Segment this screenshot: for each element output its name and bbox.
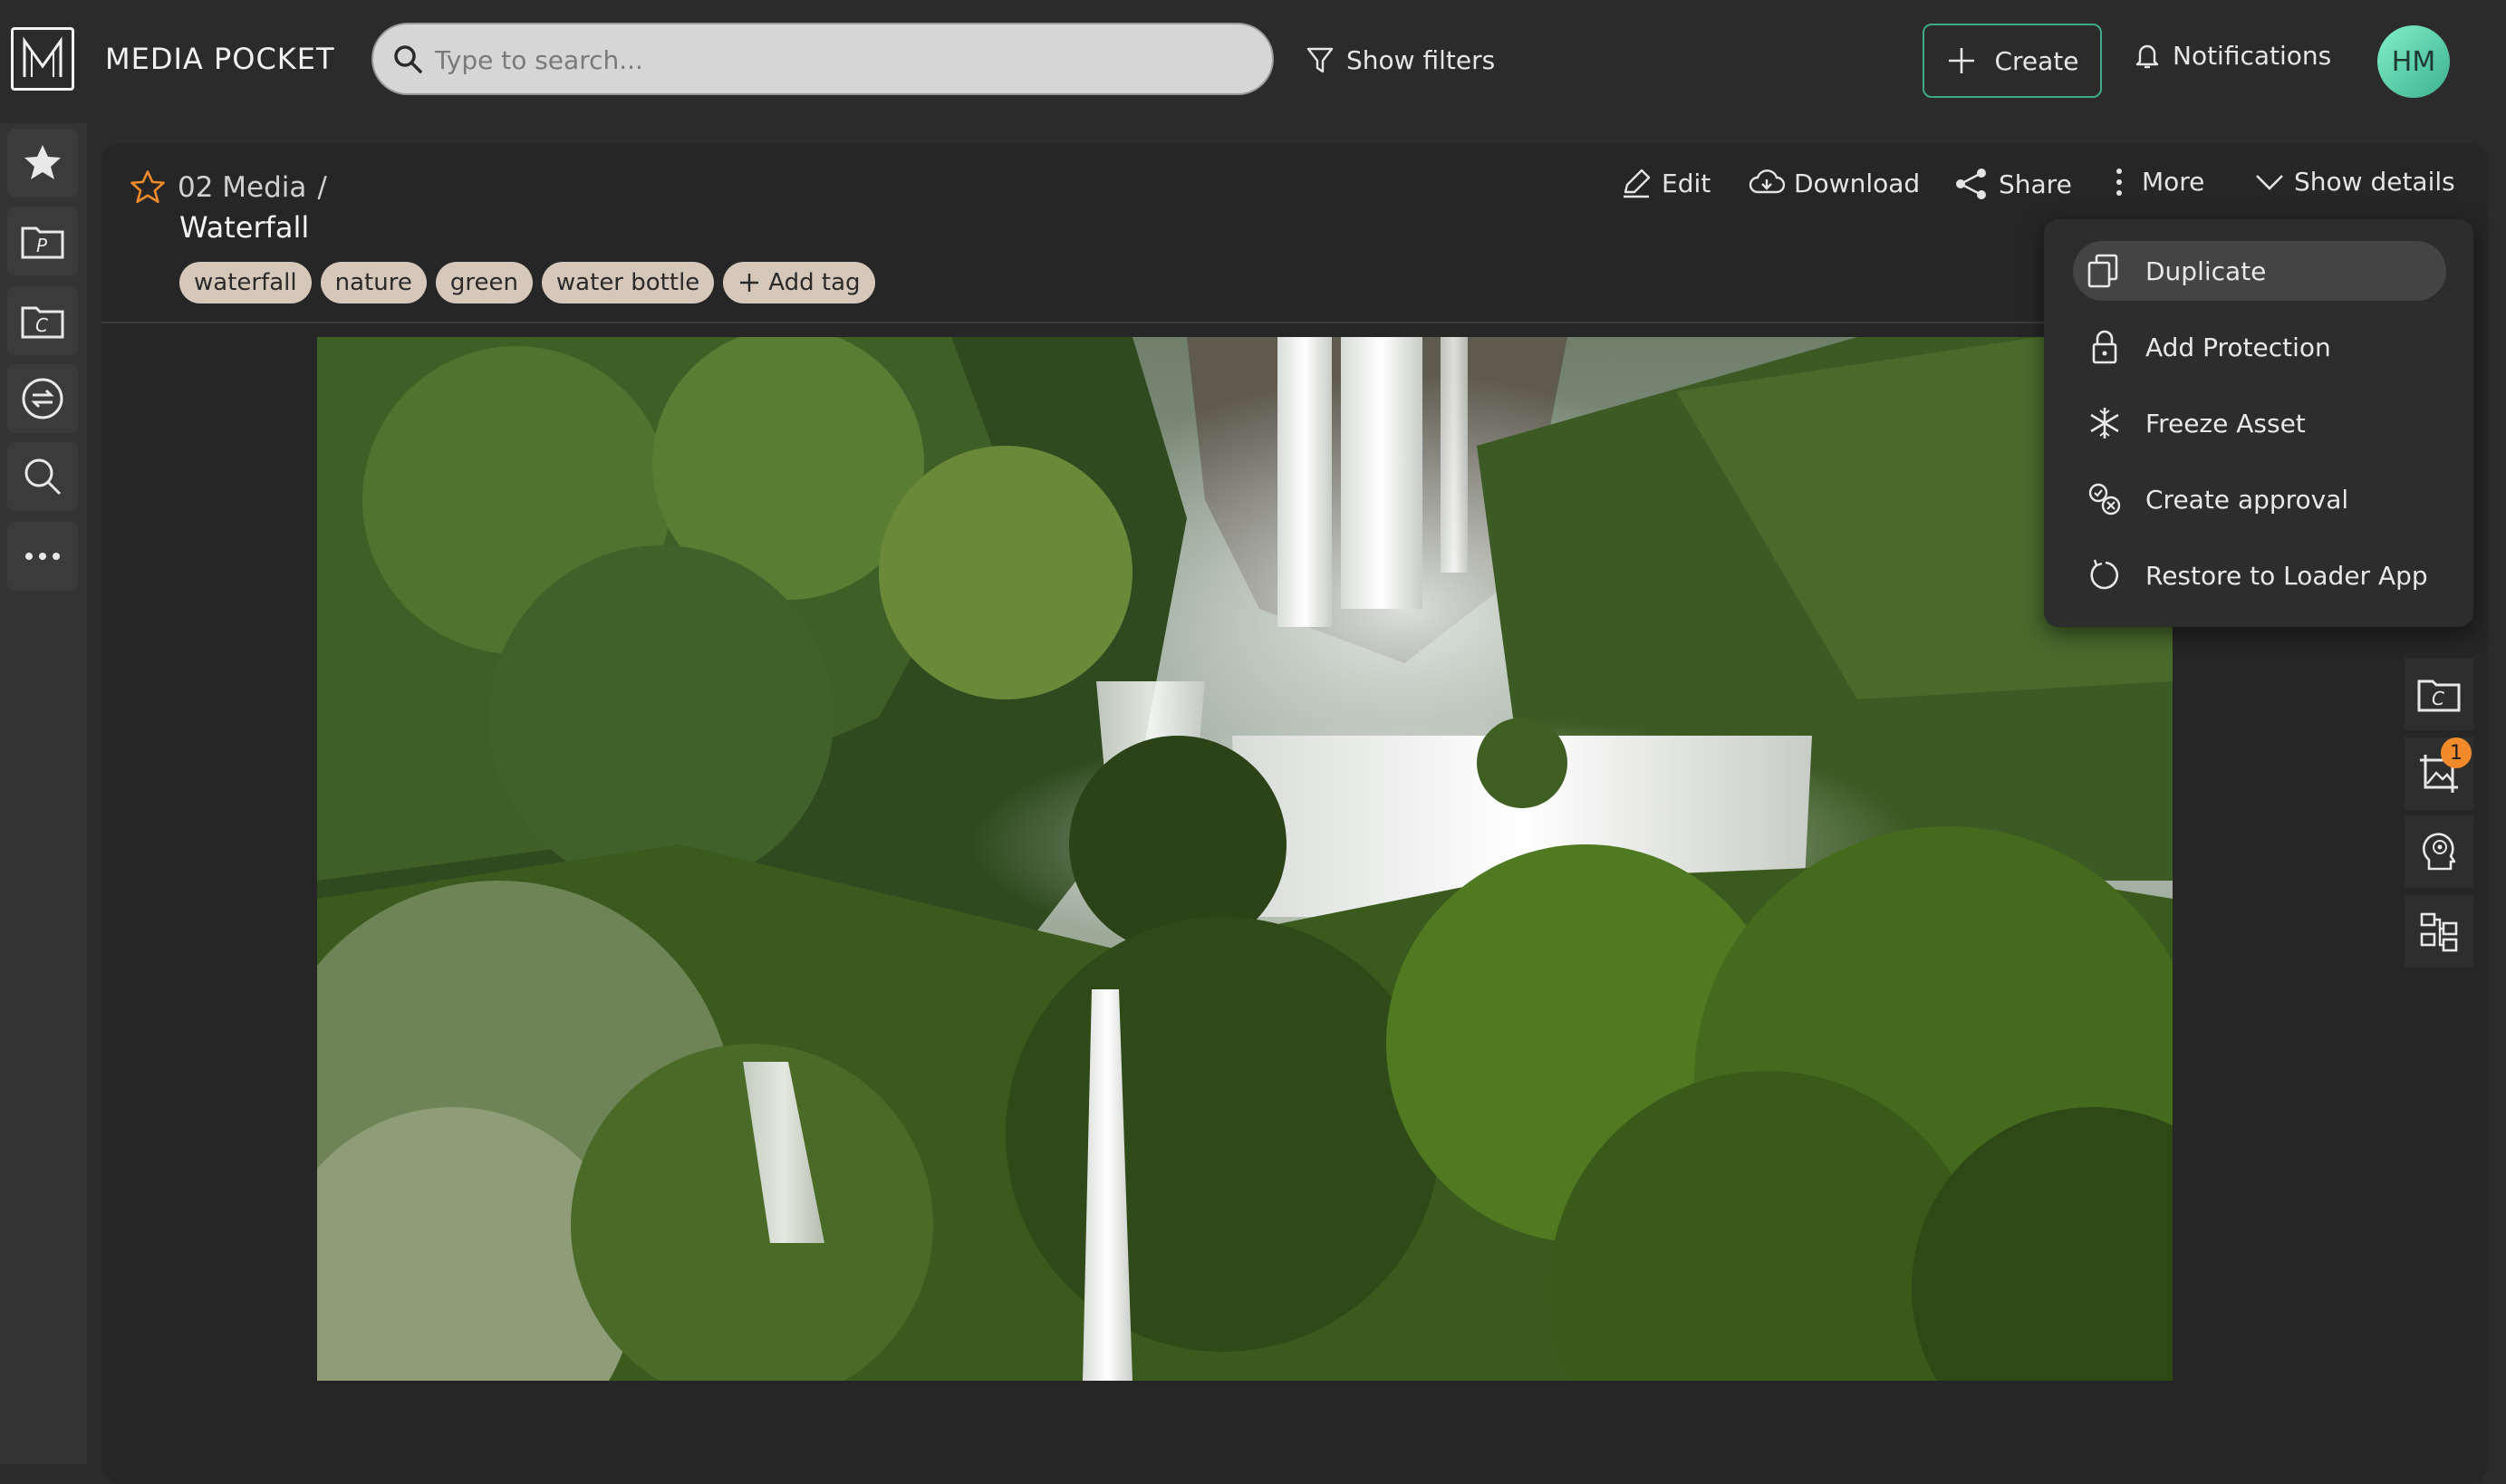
menu-item-label: Restore to Loader App bbox=[2145, 560, 2428, 591]
filter-icon bbox=[1305, 44, 1335, 75]
breadcrumb-separator: / bbox=[317, 171, 327, 204]
show-filters-button[interactable]: Show filters bbox=[1305, 40, 1495, 80]
menu-item-add-protection[interactable]: Add Protection bbox=[2073, 317, 2446, 377]
share-button[interactable]: Share bbox=[1953, 167, 2072, 201]
tag-chip[interactable]: green bbox=[435, 262, 533, 304]
folder-p-icon: P bbox=[20, 221, 65, 261]
sidebar-item-transfers[interactable] bbox=[7, 364, 78, 433]
chevron-down-icon bbox=[2254, 171, 2285, 193]
menu-item-label: Add Protection bbox=[2145, 332, 2331, 362]
more-label: More bbox=[2142, 167, 2205, 197]
menu-item-label: Freeze Asset bbox=[2145, 408, 2306, 438]
notifications-button[interactable]: Notifications bbox=[2133, 40, 2331, 71]
pencil-icon bbox=[1620, 167, 1653, 199]
ai-head-icon bbox=[2416, 829, 2462, 874]
right-tool-ai[interactable] bbox=[2405, 815, 2473, 888]
folder-c-icon: C bbox=[20, 301, 65, 341]
waterfall-photo bbox=[317, 337, 2173, 1381]
bell-icon bbox=[2133, 40, 2162, 71]
sidebar-item-collections[interactable]: C bbox=[7, 286, 78, 355]
download-button[interactable]: Download bbox=[1749, 167, 1920, 199]
menu-item-restore-to-loader-app[interactable]: Restore to Loader App bbox=[2073, 545, 2446, 605]
app-title: MEDIA POCKET bbox=[105, 42, 335, 76]
left-sidebar: P C bbox=[0, 123, 87, 1464]
lock-icon bbox=[2086, 328, 2124, 366]
menu-item-label: Duplicate bbox=[2145, 255, 2267, 286]
menu-item-create-approval[interactable]: Create approval bbox=[2073, 469, 2446, 529]
right-tool-hierarchy[interactable] bbox=[2405, 895, 2473, 968]
cloud-download-icon bbox=[1749, 167, 1785, 199]
asset-preview-image[interactable] bbox=[317, 337, 2173, 1381]
top-bar: MEDIA POCKET Show filters Create Notific… bbox=[0, 0, 2506, 123]
plus-icon bbox=[737, 271, 761, 294]
plus-icon bbox=[1945, 44, 1978, 77]
menu-item-label: Create approval bbox=[2145, 484, 2349, 515]
sidebar-item-favorites[interactable] bbox=[7, 129, 78, 198]
menu-item-duplicate[interactable]: Duplicate bbox=[2073, 241, 2446, 301]
transfer-icon bbox=[20, 376, 65, 421]
add-tag-label: Add tag bbox=[768, 269, 861, 296]
show-details-button[interactable]: Show details bbox=[2254, 167, 2455, 197]
sidebar-item-projects[interactable]: P bbox=[7, 207, 78, 275]
right-tool-collections[interactable]: C bbox=[2405, 658, 2473, 730]
menu-item-freeze-asset[interactable]: Freeze Asset bbox=[2073, 393, 2446, 453]
show-details-label: Show details bbox=[2294, 167, 2455, 197]
create-button[interactable]: Create bbox=[1923, 24, 2102, 98]
breadcrumb: 02 Media / bbox=[129, 169, 327, 207]
app-logo[interactable] bbox=[11, 27, 74, 91]
search-bar[interactable] bbox=[371, 23, 1274, 95]
folder-c-icon: C bbox=[2416, 674, 2462, 714]
tag-chip[interactable]: nature bbox=[320, 262, 427, 304]
sidebar-item-search[interactable] bbox=[7, 442, 78, 511]
search-input[interactable] bbox=[433, 35, 1234, 84]
more-vertical-icon bbox=[2115, 168, 2124, 197]
restore-icon bbox=[2086, 556, 2124, 594]
user-avatar[interactable]: HM bbox=[2377, 25, 2450, 98]
duplicate-icon bbox=[2086, 252, 2124, 290]
search-icon bbox=[391, 43, 424, 75]
share-label: Share bbox=[1999, 169, 2072, 199]
snowflake-icon bbox=[2086, 404, 2124, 442]
tag-chip[interactable]: waterfall bbox=[179, 262, 312, 304]
tag-list: waterfall nature green water bottle Add … bbox=[179, 262, 875, 304]
edit-button[interactable]: Edit bbox=[1620, 167, 1711, 199]
right-tool-crop[interactable]: 1 bbox=[2405, 737, 2473, 810]
svg-text:C: C bbox=[35, 314, 48, 336]
add-tag-button[interactable]: Add tag bbox=[723, 262, 875, 304]
search-icon bbox=[21, 455, 64, 498]
star-icon bbox=[21, 141, 64, 185]
download-label: Download bbox=[1794, 168, 1921, 198]
more-dropdown-menu: Duplicate Add Protection Freeze Asset Cr… bbox=[2044, 219, 2473, 627]
svg-text:P: P bbox=[36, 235, 48, 256]
create-label: Create bbox=[1994, 45, 2079, 76]
notification-count-badge: 1 bbox=[2441, 737, 2472, 768]
more-horizontal-icon bbox=[24, 551, 61, 562]
page-title: Waterfall bbox=[179, 210, 310, 245]
header-divider bbox=[101, 322, 2158, 323]
breadcrumb-parent-link[interactable]: 02 Media bbox=[178, 171, 306, 204]
tag-chip[interactable]: water bottle bbox=[541, 262, 715, 304]
more-button[interactable]: More bbox=[2115, 167, 2204, 197]
notifications-label: Notifications bbox=[2173, 40, 2332, 71]
logo-m-icon bbox=[23, 36, 63, 77]
share-icon bbox=[1953, 167, 1990, 201]
sidebar-item-more[interactable] bbox=[7, 522, 78, 591]
approval-icon bbox=[2086, 480, 2124, 518]
edit-label: Edit bbox=[1662, 168, 1711, 198]
hierarchy-icon bbox=[2418, 911, 2460, 952]
show-filters-label: Show filters bbox=[1346, 44, 1496, 75]
svg-text:C: C bbox=[2432, 688, 2444, 709]
favorite-star-icon[interactable] bbox=[129, 169, 167, 207]
